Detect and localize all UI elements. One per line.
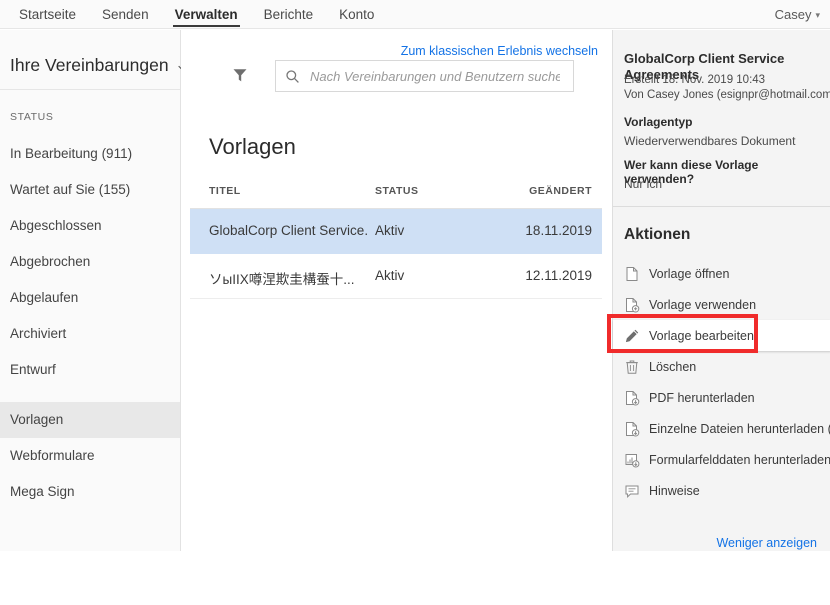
- cell-status: Aktiv: [375, 268, 405, 283]
- action-vorlage-verwenden[interactable]: Vorlage verwenden: [613, 289, 830, 320]
- actions-heading: Aktionen: [624, 226, 691, 243]
- action-loeschen[interactable]: Löschen: [613, 351, 830, 382]
- nav-tab-berichte[interactable]: Berichte: [251, 0, 327, 29]
- sidebar-header: Ihre Vereinbarungen⌄: [0, 30, 187, 90]
- action-label: Vorlage bearbeiten: [649, 328, 754, 343]
- sidebar-title-label: Ihre Vereinbarungen: [10, 55, 169, 75]
- details-who-value: Nur ich: [624, 177, 663, 191]
- sidebar-item-in-bearbeitung[interactable]: In Bearbeitung (911): [0, 136, 180, 172]
- details-created: Erstellt 18. Nov. 2019 10:43: [624, 74, 766, 86]
- details-type-value: Wiederverwendbares Dokument: [624, 134, 796, 148]
- account-name: Casey: [774, 7, 812, 22]
- sidebar-title-dropdown[interactable]: Ihre Vereinbarungen⌄: [10, 55, 187, 76]
- action-pdf-herunterladen[interactable]: PDF herunterladen: [613, 382, 830, 413]
- templates-table: TITEL STATUS GEÄNDERT GlobalCorp Client …: [190, 180, 602, 299]
- sidebar-item-abgeschlossen[interactable]: Abgeschlossen: [0, 208, 180, 244]
- main-content: Zum klassischen Erlebnis wechseln Vorlag…: [181, 30, 612, 605]
- file-download-icon: [624, 421, 640, 437]
- document-icon: [624, 266, 640, 282]
- action-label: PDF herunterladen: [649, 390, 755, 405]
- cell-status: Aktiv: [375, 223, 405, 238]
- nav-tab-senden[interactable]: Senden: [89, 0, 162, 29]
- search-input[interactable]: [308, 67, 562, 85]
- panel-divider: [613, 206, 830, 207]
- cell-title: GlobalCorp Client Service...: [209, 223, 369, 238]
- action-einzelne-dateien-herunterladen[interactable]: Einzelne Dateien herunterladen (1): [613, 413, 830, 444]
- table-row[interactable]: GlobalCorp Client Service... Aktiv 18.11…: [190, 209, 602, 254]
- nav-tab-konto[interactable]: Konto: [326, 0, 387, 29]
- search-toolbar: [233, 60, 604, 92]
- show-less-link[interactable]: Weniger anzeigen: [716, 536, 817, 550]
- action-label: Vorlage öffnen: [649, 266, 730, 281]
- column-header-titel[interactable]: TITEL: [209, 185, 241, 197]
- sidebar-item-entwurf[interactable]: Entwurf: [0, 352, 180, 388]
- table-header-row: TITEL STATUS GEÄNDERT: [190, 180, 602, 209]
- action-label: Vorlage verwenden: [649, 297, 757, 312]
- sidebar-status-label: STATUS: [10, 111, 54, 123]
- sidebar-item-wartet-auf-sie[interactable]: Wartet auf Sie (155): [0, 172, 180, 208]
- pdf-download-icon: [624, 390, 640, 406]
- cell-title: ソыIIX噂涅欺圭構蚕十...: [209, 272, 355, 287]
- action-vorlage-bearbeiten[interactable]: Vorlage bearbeiten: [613, 320, 830, 351]
- cell-date: 18.11.2019: [525, 223, 592, 238]
- sidebar-item-vorlagen[interactable]: Vorlagen: [0, 402, 180, 438]
- nav-tab-startseite[interactable]: Startseite: [6, 0, 89, 29]
- action-label: Formularfelddaten herunterladen: [649, 452, 830, 467]
- chevron-down-icon: ▾: [815, 10, 820, 20]
- details-author: Von Casey Jones (esignpr@hotmail.com): [624, 89, 830, 101]
- search-field-container[interactable]: [275, 60, 574, 92]
- switch-to-classic-link[interactable]: Zum klassischen Erlebnis wechseln: [401, 44, 598, 58]
- sidebar-item-webformulare[interactable]: Webformulare: [0, 438, 180, 474]
- document-plus-icon: [624, 297, 640, 313]
- column-header-status[interactable]: STATUS: [375, 185, 418, 197]
- nav-tab-verwalten[interactable]: Verwalten: [162, 0, 251, 29]
- top-navigation-bar: Startseite Senden Verwalten Berichte Kon…: [0, 0, 830, 29]
- sidebar-group-divider: [0, 388, 180, 402]
- trash-icon: [624, 359, 640, 375]
- filter-funnel-icon[interactable]: [231, 66, 249, 84]
- action-label: Löschen: [649, 359, 697, 374]
- speech-bubble-icon: [624, 483, 640, 499]
- application-window: Startseite Senden Verwalten Berichte Kon…: [0, 0, 830, 605]
- top-nav-items: Startseite Senden Verwalten Berichte Kon…: [6, 0, 387, 29]
- search-icon: [285, 69, 300, 84]
- action-label: Hinweise: [649, 483, 700, 498]
- action-hinweise[interactable]: Hinweise: [613, 475, 830, 506]
- account-menu[interactable]: Casey ▾: [775, 0, 820, 30]
- sidebar-item-archiviert[interactable]: Archiviert: [0, 316, 180, 352]
- action-vorlage-oeffnen[interactable]: Vorlage öffnen: [613, 258, 830, 289]
- sidebar-item-mega-sign[interactable]: Mega Sign: [0, 474, 180, 510]
- sidebar-nav-list: In Bearbeitung (911) Wartet auf Sie (155…: [0, 136, 180, 510]
- cell-date: 12.11.2019: [525, 268, 592, 283]
- table-row[interactable]: ソыIIX噂涅欺圭構蚕十... Aktiv 12.11.2019: [190, 254, 602, 299]
- details-type-heading: Vorlagentyp: [624, 115, 693, 129]
- formdata-download-icon: [624, 452, 640, 468]
- action-label: Einzelne Dateien herunterladen (1): [649, 421, 830, 436]
- left-sidebar: Ihre Vereinbarungen⌄ STATUS In Bearbeitu…: [0, 30, 187, 551]
- action-formularfelddaten-herunterladen[interactable]: Formularfelddaten herunterladen: [613, 444, 830, 475]
- actions-list: Vorlage öffnen Vorlage verwenden Vorlage…: [613, 258, 830, 506]
- column-header-geaendert[interactable]: GEÄNDERT: [529, 185, 592, 197]
- pencil-icon: [624, 328, 640, 344]
- sidebar-item-abgebrochen[interactable]: Abgebrochen: [0, 244, 180, 280]
- sidebar-item-abgelaufen[interactable]: Abgelaufen: [0, 280, 180, 316]
- details-panel: GlobalCorp Client Service Agreements Ers…: [612, 30, 830, 551]
- page-title: Vorlagen: [209, 134, 296, 159]
